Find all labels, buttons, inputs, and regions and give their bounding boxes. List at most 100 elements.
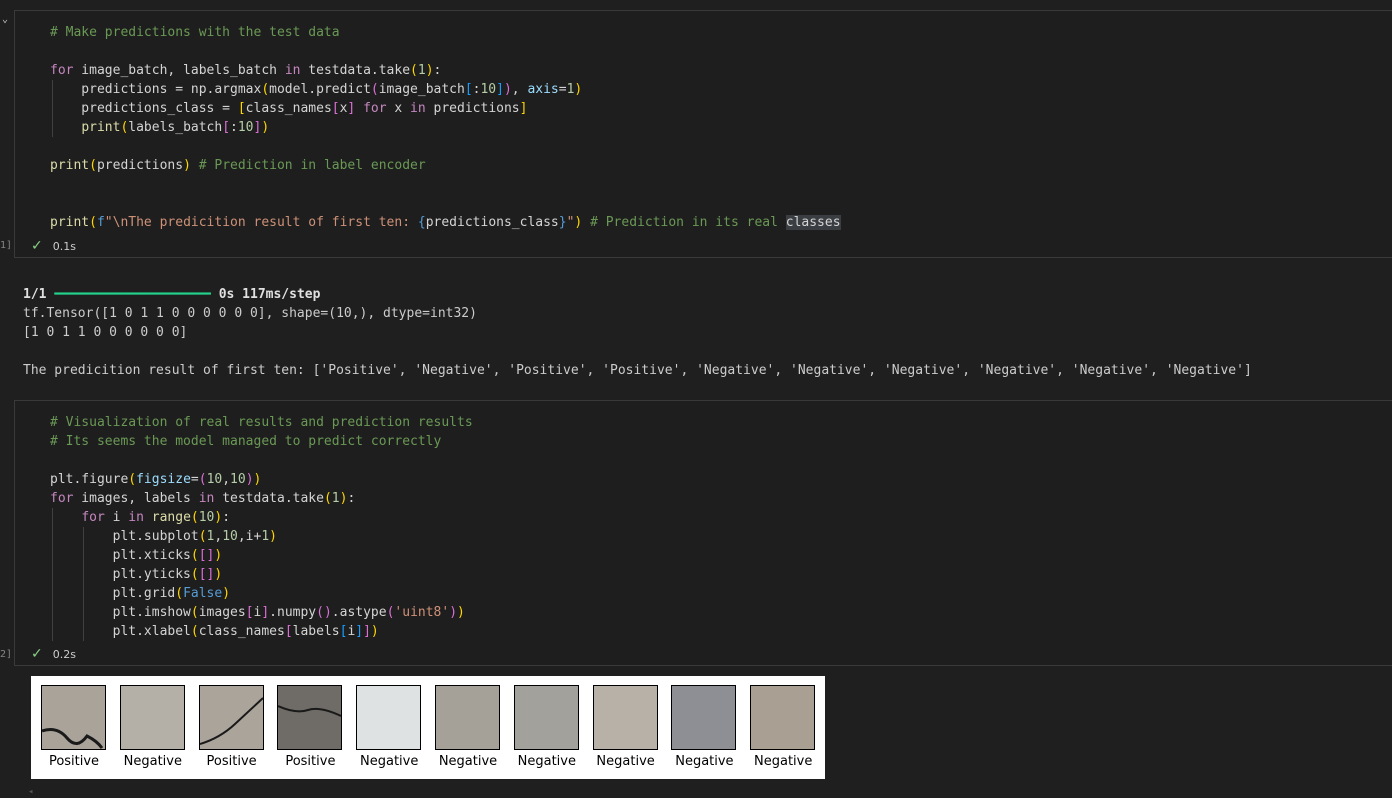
code-line[interactable]: plt.subplot(1,10,i+1) [50,527,1392,546]
crack-line [41,728,104,749]
thumbnail-label: Negative [754,754,813,769]
code-token: plt.grid [50,586,176,601]
code-line[interactable]: print(predictions) # Prediction in label… [50,156,1392,175]
code-token: range [151,510,191,525]
code-token: : [433,63,442,78]
execution-count-1: 1] [0,240,13,251]
indent-guide [83,603,85,622]
code-token: ( [410,63,418,78]
cell-status-2: ✓ 0.2s [31,643,76,665]
code-line[interactable] [50,194,1392,213]
code-line[interactable]: for i in range(10): [50,508,1392,527]
code-cell-2[interactable]: # Visualization of real results and pred… [14,400,1392,666]
code-token: # Prediction in its real [590,215,786,230]
cell-status-1: ✓ 0.1s [31,235,76,257]
indent-guide [52,527,53,546]
code-token: plt.xticks [50,548,191,563]
code-token: x [386,101,411,116]
code-token: ] [261,605,270,620]
code-token: [ [198,567,207,582]
code-token: [ [464,82,473,97]
code-line[interactable] [50,175,1392,194]
code-line[interactable]: plt.xlabel(class_names[labels[i]]) [50,622,1392,641]
thumbnail-label: Negative [123,754,182,769]
code-token: plt.subplot [50,529,199,544]
code-line[interactable] [50,451,1392,470]
indent-guide [83,527,85,546]
code-line[interactable]: plt.figure(figsize=(10,10)) [50,470,1392,489]
code-token: for [50,491,74,506]
code-token: [ [284,624,293,639]
code-token: ) [253,472,262,487]
indent-guide [83,546,85,565]
indent-guide [52,622,53,641]
code-line[interactable]: # Visualization of real results and pred… [50,413,1392,432]
code-cell-1[interactable]: # Make predictions with the test data for… [14,10,1392,258]
code-line[interactable]: predictions = np.argmax(model.predict(im… [50,80,1392,99]
code-line[interactable]: # Make predictions with the test data [50,23,1392,42]
code-token: = [190,472,199,487]
code-token: } [558,215,567,230]
code-token: i [104,510,129,525]
code-line[interactable]: for images, labels in testdata.take(1): [50,489,1392,508]
code-line[interactable]: plt.xticks([]) [50,546,1392,565]
code-line[interactable]: predictions_class = [class_names[x] for … [50,99,1392,118]
indent-guide [83,584,85,603]
execution-time: 0.2s [52,647,76,661]
code-token: # Make predictions with the test data [50,25,340,40]
thumbnail-label: Positive [206,754,257,769]
code-token: ) [574,82,583,97]
output-tensor-line: tf.Tensor([1 0 1 1 0 0 0 0 0 0], shape=(… [23,306,477,321]
code-token: , [222,472,231,487]
code-editor-1[interactable]: # Make predictions with the test data for… [50,23,1392,232]
indent-guide [52,118,53,137]
code-token: = [558,82,567,97]
code-token: for [50,63,74,78]
indent-guide [52,584,53,603]
code-token: [ [245,605,254,620]
code-token: labels [292,624,340,639]
code-line[interactable]: plt.imshow(images[i].numpy().astype('uin… [50,603,1392,622]
code-token: ( [128,472,137,487]
code-line[interactable]: plt.yticks([]) [50,565,1392,584]
code-token: class_names [198,624,285,639]
code-token: { [417,215,426,230]
code-token: : [230,120,238,135]
indent-guide [52,508,53,527]
crack-image-thumbnail [592,685,658,750]
code-token: testdata.take [300,63,411,78]
progress-count: 1/1 [23,287,47,302]
code-line[interactable]: # Its seems the model managed to predict… [50,432,1392,451]
code-line[interactable]: for image_batch, labels_batch in testdat… [50,61,1392,80]
scroll-left-icon[interactable]: ◂ [28,787,33,797]
code-token: ) [214,548,223,563]
code-token: # Its seems the model managed to predict… [50,434,442,449]
code-token: [ [237,101,246,116]
collapse-chevron-icon[interactable]: ⌄ [2,14,8,25]
code-line[interactable] [50,42,1392,61]
code-line[interactable] [50,137,1392,156]
code-token: 1 [331,491,340,506]
code-token: ( [323,491,332,506]
code-line[interactable]: print(f"\nThe predicition result of firs… [50,213,1392,232]
code-token: ( [370,82,379,97]
code-token: ( [261,82,270,97]
code-token: [ [331,101,340,116]
code-token: in [284,63,301,78]
code-line[interactable]: print(labels_batch[:10]) [50,118,1392,137]
code-token: ) [214,567,223,582]
code-token: ) [370,624,379,639]
code-token: 1 [417,63,426,78]
code-token: labels_batch [128,120,223,135]
thumbnail-label: Negative [360,754,419,769]
code-token: testdata.take [214,491,324,506]
code-token: ) [457,605,465,620]
code-token: 1 [261,529,270,544]
code-token: ( [190,510,199,525]
indent-guide [83,622,85,641]
code-editor-2[interactable]: # Visualization of real results and pred… [50,413,1392,641]
code-line[interactable]: plt.grid(False) [50,584,1392,603]
code-token: 10 [230,472,246,487]
